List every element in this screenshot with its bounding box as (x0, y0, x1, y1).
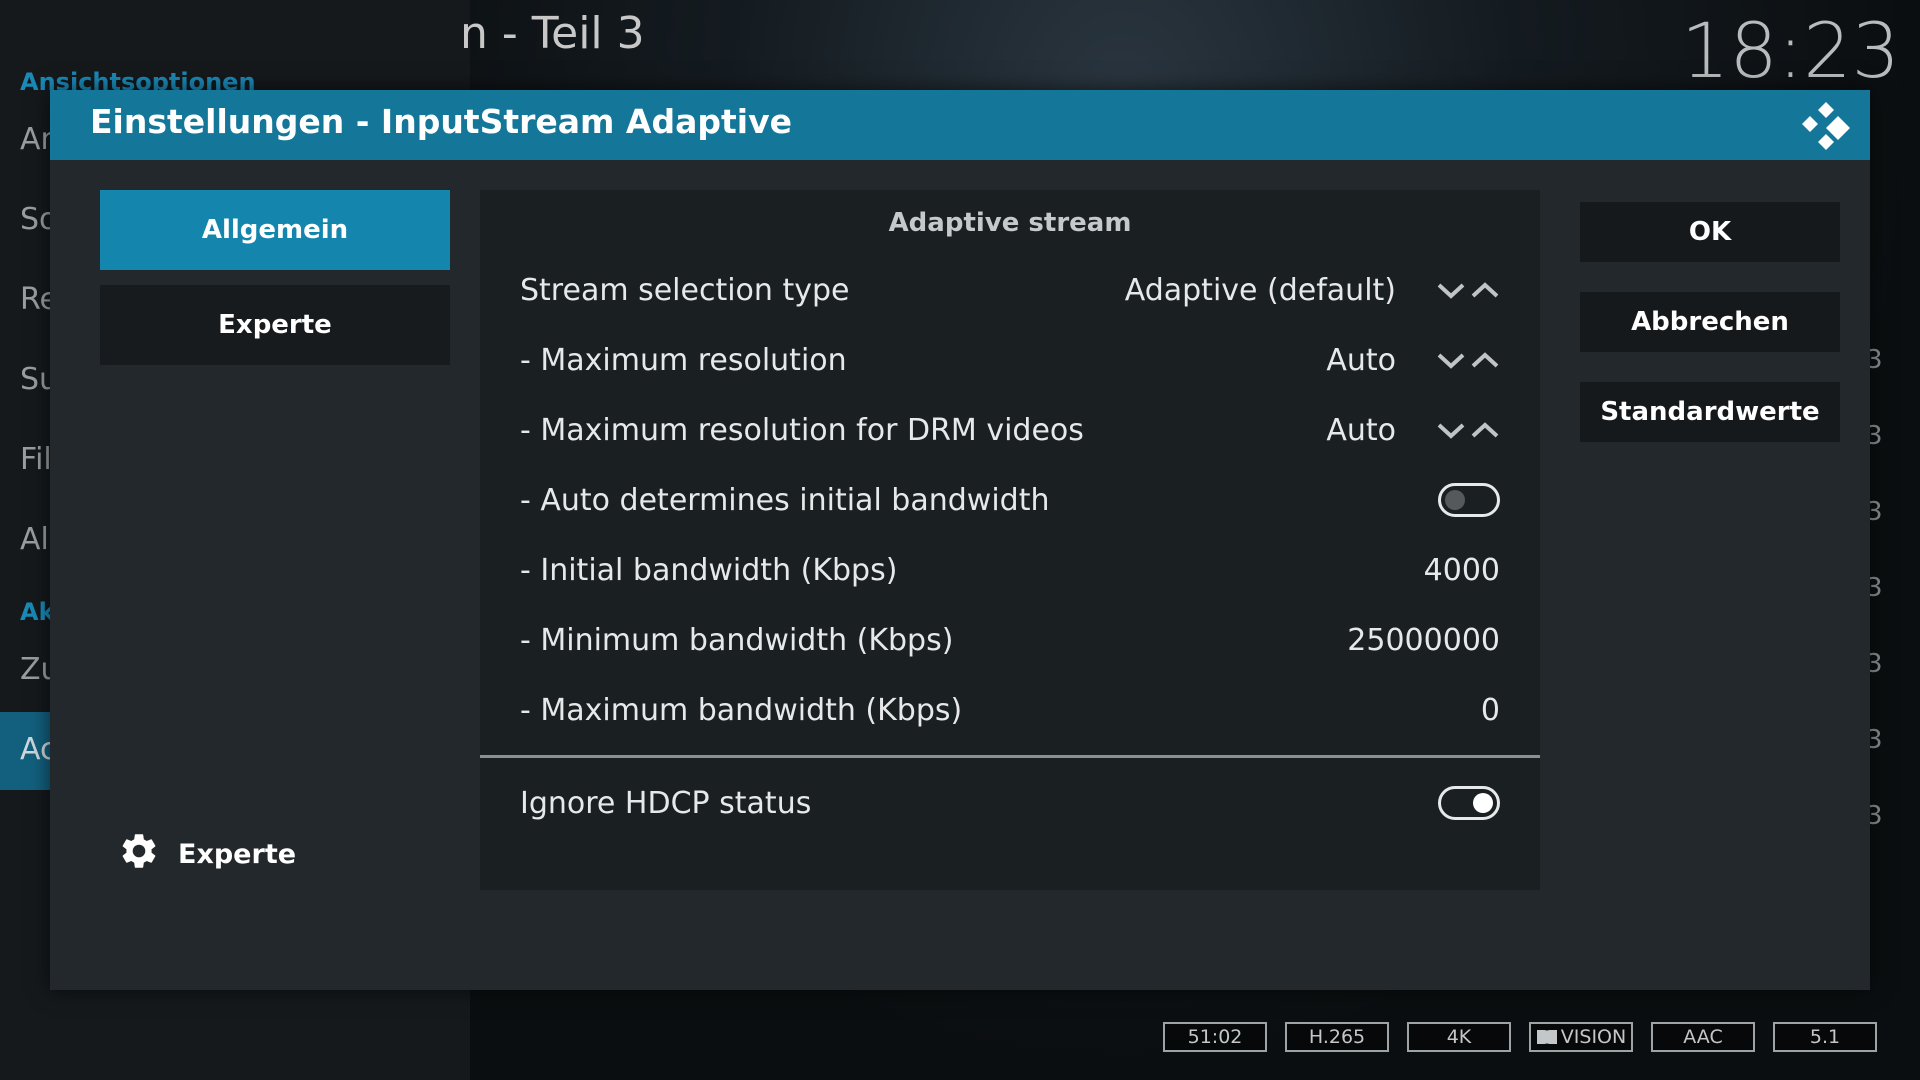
cancel-button[interactable]: Abbrechen (1580, 292, 1840, 352)
setting-value: 4000 (1423, 552, 1500, 588)
setting-label: - Maximum bandwidth (Kbps) (520, 692, 963, 728)
setting-label: - Auto determines initial bandwidth (520, 482, 1050, 518)
chevron-down-icon[interactable] (1436, 350, 1466, 370)
category-experte[interactable]: Experte (100, 285, 450, 365)
settings-dialog: Einstellungen - InputStream Adaptive All… (50, 90, 1870, 990)
chevron-up-icon[interactable] (1470, 420, 1500, 440)
settings-panel: Adaptive stream Stream selection type Ad… (480, 190, 1540, 890)
reset-defaults-button[interactable]: Standardwerte (1580, 382, 1840, 442)
badge-audio-channels: 5.1 (1773, 1022, 1877, 1052)
setting-label: Stream selection type (520, 272, 850, 308)
media-info-badges: 51:02 H.265 4K VISION AAC 5.1 (1163, 1022, 1877, 1052)
badge-audio-codec: AAC (1651, 1022, 1755, 1052)
background-list-item: Fil (20, 442, 52, 477)
spinner-control[interactable] (1436, 420, 1500, 440)
settings-level-button[interactable]: Experte (118, 830, 296, 879)
badge-resolution: 4K (1407, 1022, 1511, 1052)
setting-initial-bandwidth[interactable]: - Initial bandwidth (Kbps) 4000 (520, 545, 1500, 595)
spinner-control[interactable] (1436, 350, 1500, 370)
setting-stream-selection-type[interactable]: Stream selection type Adaptive (default) (520, 265, 1500, 315)
dialog-title: Einstellungen - InputStream Adaptive (90, 102, 792, 141)
setting-minimum-bandwidth[interactable]: - Minimum bandwidth (Kbps) 25000000 (520, 615, 1500, 665)
dialog-header: Einstellungen - InputStream Adaptive (50, 90, 1870, 160)
badge-duration: 51:02 (1163, 1022, 1267, 1052)
clock: 18:23 (1680, 6, 1900, 95)
toggle-knob (1445, 490, 1465, 510)
setting-label: Ignore HDCP status (520, 785, 812, 821)
setting-value: Auto (1326, 342, 1396, 378)
toggle-switch-off[interactable] (1438, 483, 1500, 517)
spinner-control[interactable] (1436, 280, 1500, 300)
chevron-up-icon[interactable] (1470, 350, 1500, 370)
dolby-icon (1536, 1030, 1557, 1044)
setting-label: - Maximum resolution (520, 342, 847, 378)
setting-value: 0 (1480, 692, 1500, 728)
setting-value: Adaptive (default) (1124, 272, 1396, 308)
setting-maximum-resolution[interactable]: - Maximum resolution Auto (520, 335, 1500, 385)
setting-auto-initial-bandwidth[interactable]: - Auto determines initial bandwidth (520, 475, 1500, 525)
gear-icon (118, 830, 160, 879)
background-title: n - Teil 3 (460, 8, 645, 59)
toggle-knob (1473, 793, 1493, 813)
section-heading: Adaptive stream (888, 208, 1132, 238)
badge-video-codec: H.265 (1285, 1022, 1389, 1052)
setting-value: Auto (1326, 412, 1396, 448)
setting-maximum-bandwidth[interactable]: - Maximum bandwidth (Kbps) 0 (520, 685, 1500, 735)
settings-level-label: Experte (178, 839, 297, 870)
kodi-logo-icon (1800, 100, 1852, 152)
setting-label: - Minimum bandwidth (Kbps) (520, 622, 954, 658)
setting-label: - Maximum resolution for DRM videos (520, 412, 1084, 448)
toggle-switch-on[interactable] (1438, 786, 1500, 820)
badge-dolby-vision-label: VISION (1560, 1026, 1627, 1048)
category-allgemein[interactable]: Allgemein (100, 190, 450, 270)
ok-button[interactable]: OK (1580, 202, 1840, 262)
chevron-down-icon[interactable] (1436, 280, 1466, 300)
badge-dolby-vision: VISION (1529, 1022, 1633, 1052)
chevron-down-icon[interactable] (1436, 420, 1466, 440)
setting-maximum-resolution-drm[interactable]: - Maximum resolution for DRM videos Auto (520, 405, 1500, 455)
setting-label: - Initial bandwidth (Kbps) (520, 552, 898, 588)
setting-ignore-hdcp-status[interactable]: Ignore HDCP status (520, 778, 1500, 828)
setting-value: 25000000 (1347, 622, 1500, 658)
chevron-up-icon[interactable] (1470, 280, 1500, 300)
section-separator (480, 755, 1540, 758)
